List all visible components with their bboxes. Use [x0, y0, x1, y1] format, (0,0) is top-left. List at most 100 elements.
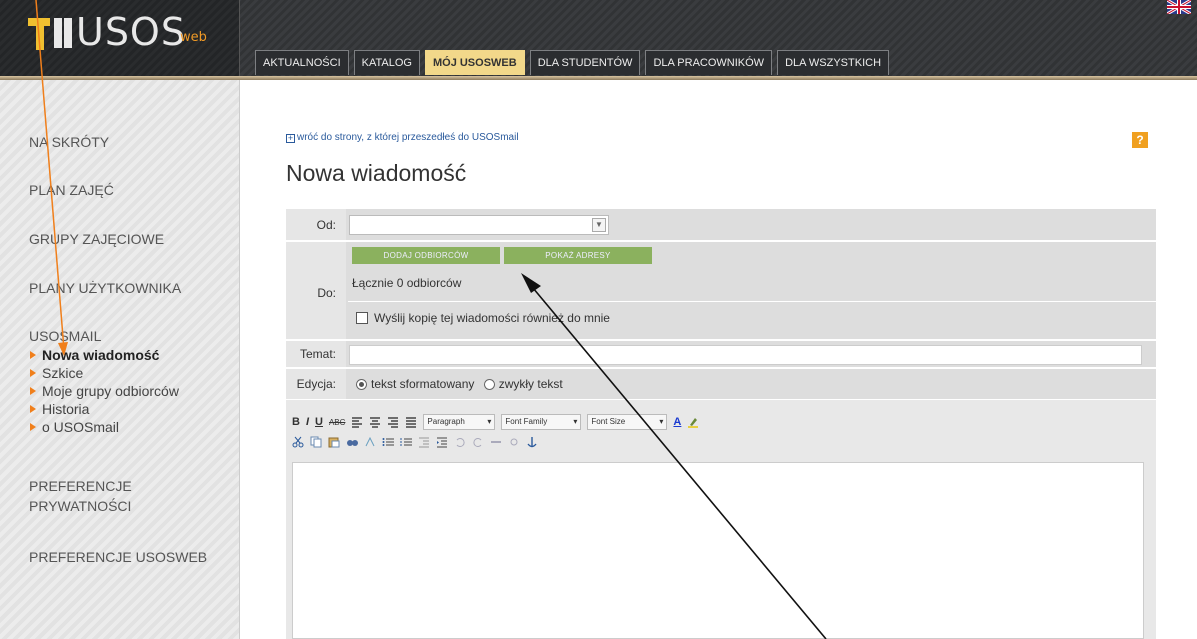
indent-icon[interactable] [436, 436, 448, 448]
replace-icon[interactable] [364, 436, 376, 448]
sidebar-subitem-label: Szkice [42, 365, 84, 381]
sidebar-item-usosmail[interactable]: USOSMAIL [29, 326, 101, 346]
unlink-icon[interactable] [508, 436, 520, 448]
redo-icon[interactable] [472, 436, 484, 448]
edit-mode-row: Edycja: tekst sformatowany zwykły tekst [286, 368, 1156, 399]
chevron-down-icon: ▾ [573, 417, 578, 426]
header: USOS web AKTUALNOŚCI KATALOG MÓJ USOSWEB… [0, 0, 1197, 76]
bullet-list-icon[interactable] [382, 436, 394, 448]
sidebar: NA SKRÓTY PLAN ZAJĘĆ GRUPY ZAJĘCIOWE PLA… [0, 80, 240, 639]
from-select[interactable]: ▼ [349, 215, 609, 235]
numbered-list-icon[interactable] [400, 436, 412, 448]
align-center-icon[interactable] [369, 416, 381, 428]
sidebar-item-na-skroty[interactable]: NA SKRÓTY [29, 132, 109, 152]
divider [348, 301, 1156, 302]
undo-icon[interactable] [454, 436, 466, 448]
format-select-value: Paragraph [427, 417, 465, 426]
anchor-icon[interactable] [526, 436, 538, 448]
rich-text-editor: B I U ABC Paragraph ▾ Font Family ▾ Font S… [286, 400, 1156, 639]
copy-to-me-checkbox[interactable] [356, 312, 368, 324]
logo-sub: web [180, 30, 207, 45]
tab-moj-usosweb[interactable]: MÓJ USOSWEB [424, 50, 525, 75]
subject-row: Temat: [286, 340, 1156, 367]
add-recipients-button[interactable]: DODAJ ODBIORCÓW [352, 247, 500, 264]
link-icon[interactable] [490, 436, 502, 448]
from-row: Od: ▼ [286, 208, 1156, 240]
subject-label: Temat: [286, 341, 346, 367]
usos-logo-icon [28, 18, 72, 50]
bullet-icon [30, 351, 36, 359]
sidebar-subitem-nowa-wiadomosc[interactable]: Nowa wiadomość [30, 347, 159, 363]
align-right-icon[interactable] [387, 416, 399, 428]
back-link-text: wróć do strony, z której przeszedłeś do … [297, 132, 519, 143]
tab-dla-pracownikow[interactable]: DLA PRACOWNIKÓW [645, 50, 773, 75]
sidebar-item-preferencje-prywatnosci[interactable]: PREFERENCJE PRYWATNOŚCI [29, 476, 159, 516]
underline-button[interactable]: U [315, 416, 323, 428]
plain-text-label: zwykły tekst [498, 377, 563, 391]
bullet-icon [30, 423, 36, 431]
logo[interactable]: USOS web [0, 0, 240, 76]
chevron-down-icon[interactable]: ▼ [592, 218, 606, 232]
sidebar-item-grupy-zajeciowe[interactable]: GRUPY ZAJĘCIOWE [29, 229, 164, 249]
text-color-button[interactable]: A [673, 416, 681, 428]
sidebar-subitem-historia[interactable]: Historia [30, 401, 89, 417]
sidebar-item-plany-uzytkownika[interactable]: PLANY UŻYTKOWNIKA [29, 278, 181, 298]
chevron-down-icon: ▾ [659, 417, 664, 426]
main-nav-tabs: AKTUALNOŚCI KATALOG MÓJ USOSWEB DLA STUD… [255, 50, 890, 75]
logo-text: USOS [76, 10, 186, 54]
subject-input[interactable] [349, 345, 1142, 365]
to-row: Do: DODAJ ODBIORCÓW POKAŻ ADRESY Łącznie… [286, 241, 1156, 339]
help-icon[interactable]: ? [1132, 132, 1148, 148]
formatted-text-radio[interactable] [356, 379, 367, 390]
font-family-select[interactable]: Font Family ▾ [501, 414, 582, 430]
tab-katalog[interactable]: KATALOG [353, 50, 420, 75]
chevron-down-icon: ▾ [487, 417, 492, 426]
sidebar-subitem-label: o USOSmail [42, 419, 120, 435]
bullet-icon [30, 369, 36, 377]
page-title: Nowa wiadomość [286, 160, 467, 186]
highlight-color-icon[interactable] [687, 416, 699, 428]
paste-icon[interactable] [328, 436, 340, 448]
from-label: Od: [286, 209, 346, 240]
recipient-count: Łącznie 0 odbiorców [352, 276, 462, 290]
outdent-icon[interactable] [418, 436, 430, 448]
tab-dla-studentow[interactable]: DLA STUDENTÓW [529, 50, 641, 75]
sidebar-subitem-moje-grupy[interactable]: Moje grupy odbiorców [30, 383, 179, 399]
sidebar-subitem-label: Nowa wiadomość [42, 347, 160, 363]
sidebar-item-plan-zajec[interactable]: PLAN ZAJĘĆ [29, 180, 114, 200]
sidebar-subitem-label: Moje grupy odbiorców [42, 383, 179, 399]
bullet-icon [30, 405, 36, 413]
editor-toolbar-2 [292, 436, 538, 448]
format-select[interactable]: Paragraph ▾ [423, 414, 496, 430]
italic-button[interactable]: I [306, 416, 309, 428]
find-icon[interactable] [346, 436, 358, 448]
uk-flag-icon[interactable] [1167, 0, 1191, 14]
font-family-value: Font Family [505, 417, 548, 426]
bold-button[interactable]: B [292, 416, 300, 428]
strikethrough-button[interactable]: ABC [329, 418, 345, 427]
tab-dla-wszystkich[interactable]: DLA WSZYSTKICH [777, 50, 890, 75]
sidebar-item-preferencje-usosweb[interactable]: PREFERENCJE USOSWEB [29, 547, 207, 567]
show-addresses-button[interactable]: POKAŻ ADRESY [504, 247, 652, 264]
message-body-editor[interactable] [292, 462, 1144, 639]
cut-icon[interactable] [292, 436, 304, 448]
copy-icon[interactable] [310, 436, 322, 448]
copy-to-me-option[interactable]: Wyślij kopię tej wiadomości również do m… [356, 311, 610, 325]
sidebar-subitem-o-usosmail[interactable]: o USOSmail [30, 419, 119, 435]
back-link[interactable]: + wróć do strony, z której przeszedłeś do… [286, 132, 519, 143]
align-justify-icon[interactable] [405, 416, 417, 428]
editor-toolbar-1: B I U ABC Paragraph ▾ Font Family ▾ Font S… [292, 414, 699, 430]
edit-mode-options: tekst sformatowany zwykły tekst [356, 377, 563, 391]
expand-icon: + [286, 133, 295, 143]
sidebar-subitem-szkice[interactable]: Szkice [30, 365, 83, 381]
formatted-text-label: tekst sformatowany [371, 377, 475, 391]
bullet-icon [30, 387, 36, 395]
to-label: Do: [286, 242, 346, 339]
align-left-icon[interactable] [351, 416, 363, 428]
plain-text-radio[interactable] [483, 379, 495, 390]
edit-mode-label: Edycja: [286, 369, 346, 399]
tab-aktualnosci[interactable]: AKTUALNOŚCI [255, 50, 349, 75]
copy-to-me-label: Wyślij kopię tej wiadomości również do m… [374, 311, 610, 325]
font-size-select[interactable]: Font Size ▾ [587, 414, 668, 430]
sidebar-subitem-label: Historia [42, 401, 90, 417]
